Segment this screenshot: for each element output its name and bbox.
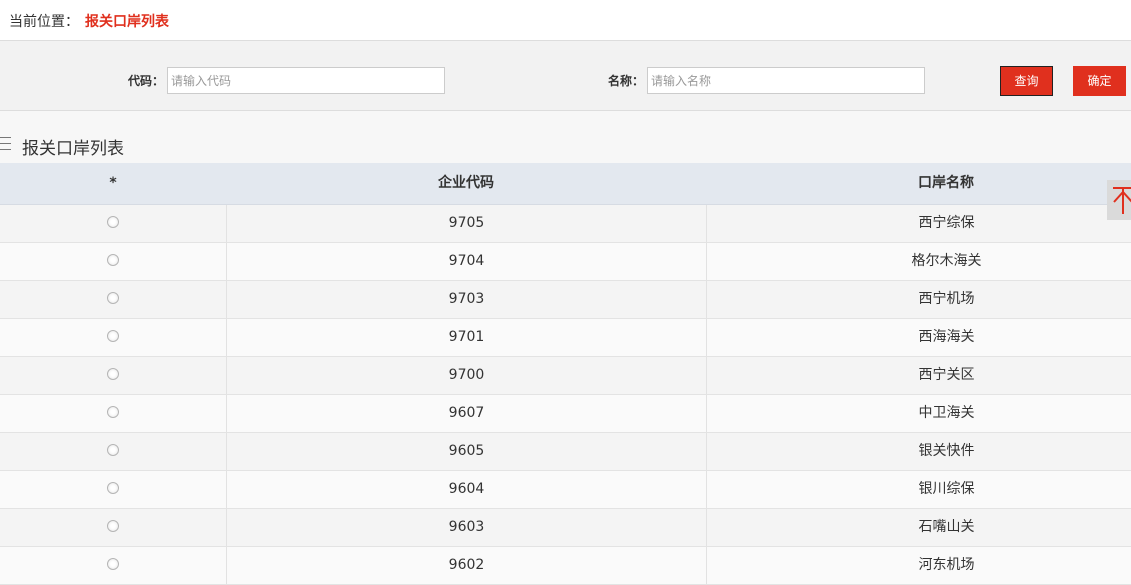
- confirm-button[interactable]: 确定: [1073, 66, 1126, 96]
- row-radio[interactable]: [107, 254, 119, 266]
- row-name: 中卫海关: [706, 395, 1131, 432]
- table-row[interactable]: 9705 西宁综保: [0, 205, 1131, 243]
- row-radio[interactable]: [107, 292, 119, 304]
- port-table: * 企业代码 口岸名称 9705 西宁综保 9704 格尔木海关 9703 西宁…: [0, 163, 1131, 585]
- table-row[interactable]: 9605 银关快件: [0, 433, 1131, 471]
- name-label: 名称：: [608, 74, 645, 88]
- table-row[interactable]: 9607 中卫海关: [0, 395, 1131, 433]
- row-name: 西宁关区: [706, 357, 1131, 394]
- query-button[interactable]: 查询: [1000, 66, 1053, 96]
- row-radio[interactable]: [107, 558, 119, 570]
- column-header-code[interactable]: 企业代码: [226, 163, 706, 204]
- back-to-top-button[interactable]: [1107, 180, 1131, 220]
- table-row[interactable]: 9703 西宁机场: [0, 281, 1131, 319]
- row-code: 9603: [226, 509, 706, 546]
- row-code: 9604: [226, 471, 706, 508]
- breadcrumb-label: 当前位置：: [9, 14, 79, 30]
- column-header-name[interactable]: 口岸名称: [706, 163, 1131, 204]
- row-code: 9605: [226, 433, 706, 470]
- row-radio[interactable]: [107, 330, 119, 342]
- table-row[interactable]: 9603 石嘴山关: [0, 509, 1131, 547]
- row-code: 9607: [226, 395, 706, 432]
- row-code: 9700: [226, 357, 706, 394]
- row-name: 河东机场: [706, 547, 1131, 584]
- row-name: 西海海关: [706, 319, 1131, 356]
- row-radio[interactable]: [107, 216, 119, 228]
- row-name: 西宁机场: [706, 281, 1131, 318]
- table-row[interactable]: 9701 西海海关: [0, 319, 1131, 357]
- code-input[interactable]: [167, 67, 445, 94]
- row-radio[interactable]: [107, 406, 119, 418]
- row-radio[interactable]: [107, 520, 119, 532]
- breadcrumb: 当前位置： 报关口岸列表: [0, 0, 1131, 41]
- row-name: 石嘴山关: [706, 509, 1131, 546]
- row-name: 西宁综保: [706, 205, 1131, 242]
- search-bar: 代码： 名称： 查询 确定: [0, 41, 1131, 111]
- table-row[interactable]: 9602 河东机场: [0, 547, 1131, 585]
- code-label: 代码：: [128, 74, 165, 88]
- row-radio[interactable]: [107, 482, 119, 494]
- menu-icon: [0, 137, 11, 151]
- row-code: 9602: [226, 547, 706, 584]
- row-name: 银关快件: [706, 433, 1131, 470]
- arrow-up-icon: [1113, 187, 1131, 214]
- row-name: 格尔木海关: [706, 243, 1131, 280]
- row-code: 9704: [226, 243, 706, 280]
- column-header-select[interactable]: *: [0, 163, 226, 204]
- table-header: * 企业代码 口岸名称: [0, 163, 1131, 205]
- row-code: 9703: [226, 281, 706, 318]
- table-row[interactable]: 9704 格尔木海关: [0, 243, 1131, 281]
- row-radio[interactable]: [107, 368, 119, 380]
- breadcrumb-current-page: 报关口岸列表: [85, 14, 169, 30]
- table-row[interactable]: 9700 西宁关区: [0, 357, 1131, 395]
- row-radio[interactable]: [107, 444, 119, 456]
- section-title-text: 报关口岸列表: [22, 139, 124, 159]
- row-code: 9705: [226, 205, 706, 242]
- row-name: 银川综保: [706, 471, 1131, 508]
- name-input[interactable]: [647, 67, 925, 94]
- row-code: 9701: [226, 319, 706, 356]
- table-row[interactable]: 9604 银川综保: [0, 471, 1131, 509]
